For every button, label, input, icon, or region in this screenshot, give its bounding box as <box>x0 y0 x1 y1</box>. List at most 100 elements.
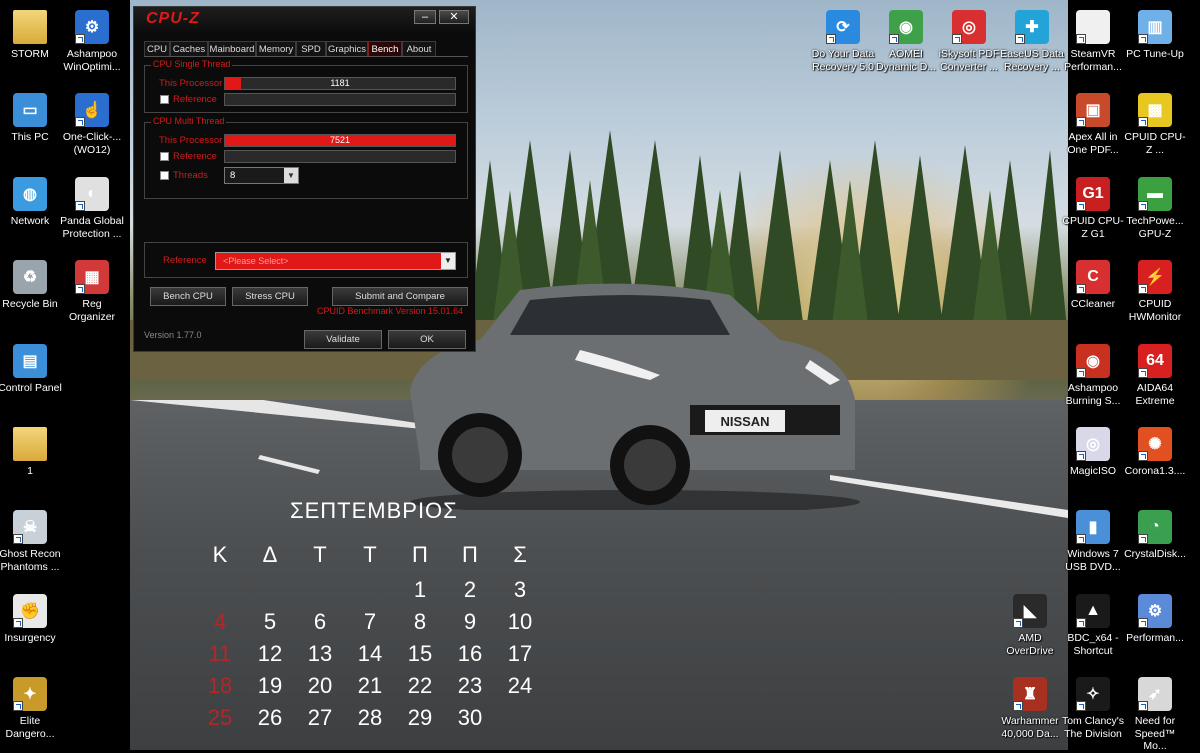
hwmonitor-icon: ⚡ <box>1138 260 1172 294</box>
desktop-icon-left-12[interactable]: ✦ Elite Dangero... <box>0 677 62 740</box>
tab-memory[interactable]: Memory <box>256 41 296 57</box>
desktop-icon-right-1[interactable]: ▥ PC Tune-Up <box>1123 10 1187 61</box>
bdc-icon: ▲ <box>1076 594 1110 628</box>
tab-cpu[interactable]: CPU <box>144 41 170 57</box>
icon-label: Insurgency <box>4 632 56 644</box>
weekday-7: Σ <box>513 542 527 567</box>
desktop-icon-left-11[interactable]: ✊ Insurgency <box>0 594 62 645</box>
desktop-icon-right-7[interactable]: ⚡ CPUID HWMonitor <box>1123 260 1187 323</box>
desktop-icon-left-10[interactable]: ☠ Ghost Recon Phantoms ... <box>0 510 62 573</box>
calendar-day: 22 <box>407 673 433 698</box>
cpuz-titlebar[interactable]: CPU-Z – ✕ <box>134 7 475 35</box>
desktop-icon-right-4[interactable]: G1 CPUID CPU-Z G1 <box>1061 177 1125 240</box>
icon-label: This PC <box>11 131 49 143</box>
bench-cpu-button[interactable]: Bench CPU <box>150 287 226 306</box>
desktop-icon-right-19[interactable]: ➶ Need for Speed™ Mo... <box>1123 677 1187 753</box>
reference-select-label: Reference <box>163 255 207 266</box>
tab-caches[interactable]: Caches <box>170 41 208 57</box>
desktop-icon-left-6[interactable]: ♻ Recycle Bin <box>0 260 62 311</box>
tab-mainboard[interactable]: Mainboard <box>208 41 256 57</box>
desktop-icon-right-15[interactable]: ▲ BDC_x64 - Shortcut <box>1061 594 1125 657</box>
desktop-icon-right-8[interactable]: ◉ Ashampoo Burning S... <box>1061 344 1125 407</box>
desktop-icon-right-3[interactable]: ▩ CPUID CPU-Z ... <box>1123 93 1187 156</box>
desktop-icon-left-9[interactable]: 1 <box>0 427 62 478</box>
aida64-icon: 64 <box>1138 344 1172 378</box>
desktop-icon-left-2[interactable]: ▭ This PC <box>0 93 62 144</box>
shortcut-arrow-icon <box>1076 117 1086 127</box>
desktop-icon-right-13[interactable]: ◔ CrystalDisk... <box>1123 510 1187 561</box>
recovery-icon: ⟳ <box>826 10 860 44</box>
minimize-button[interactable]: – <box>414 10 436 24</box>
desktop-icon-right-11[interactable]: ✺ Corona1.3.... <box>1123 427 1187 478</box>
desktop-icon-right-12[interactable]: ▮ Windows 7 USB DVD... <box>1061 510 1125 573</box>
tab-bench[interactable]: Bench <box>368 41 402 57</box>
desktop-icon-right-18[interactable]: ✧ Tom Clancy's The Division <box>1061 677 1125 740</box>
desktop-icon-right-16[interactable]: ⚙ Performan... <box>1123 594 1187 645</box>
desktop-icon-right-2[interactable]: ▣ Apex All in One PDF... <box>1061 93 1125 156</box>
reference-group: Reference <Please Select> ▼ <box>144 242 468 278</box>
submit-compare-button[interactable]: Submit and Compare <box>332 287 468 306</box>
desktop-icon-left-5[interactable]: ◐ Panda Global Protection ... <box>60 177 124 240</box>
desktop-icon-top-0[interactable]: ⟳ Do Your Data Recovery 5.0 <box>811 10 875 73</box>
icon-label: Need for Speed™ Mo... <box>1134 715 1176 752</box>
multi-reference-checkbox[interactable] <box>160 152 169 161</box>
tab-spd[interactable]: SPD <box>296 41 326 57</box>
desktop-icon-left-4[interactable]: ◍ Network <box>0 177 62 228</box>
single-reference-label: Reference <box>173 94 217 105</box>
threads-select[interactable]: 8 ▼ <box>224 167 299 184</box>
desktop-icon-top-3[interactable]: ✚ EaseUS Data Recovery ... <box>1000 10 1064 73</box>
desktop-icon-right-9[interactable]: 64 AIDA64 Extreme <box>1123 344 1187 407</box>
desktop-icon-right-10[interactable]: ◎ MagicISO <box>1061 427 1125 478</box>
icon-label: Apex All in One PDF... <box>1067 131 1119 156</box>
icon-label: BDC_x64 - Shortcut <box>1067 632 1119 657</box>
desktop-icon-right-5[interactable]: ▬ TechPowe... GPU-Z <box>1123 177 1187 240</box>
cd-icon: ◎ <box>1076 427 1110 461</box>
desktop-icon-right-17[interactable]: ♜ Warhammer 40,000 Da... <box>998 677 1062 740</box>
close-button[interactable]: ✕ <box>439 10 469 24</box>
control-panel-icon: ▤ <box>13 344 47 378</box>
desktop-icon-right-14[interactable]: ◣ AMD OverDrive <box>998 594 1062 657</box>
tab-about[interactable]: About <box>402 41 436 57</box>
weekday-2: Δ <box>262 542 278 567</box>
ok-button[interactable]: OK <box>388 330 466 349</box>
desktop-icon-right-6[interactable]: C CCleaner <box>1061 260 1125 311</box>
g1-cpu-icon: G1 <box>1076 177 1110 211</box>
single-reference-checkbox[interactable] <box>160 95 169 104</box>
amd-icon: ◣ <box>1013 594 1047 628</box>
reference-select[interactable]: <Please Select> ▼ <box>215 252 456 270</box>
weekday-5: Π <box>412 542 428 567</box>
threads-checkbox[interactable] <box>160 171 169 180</box>
shortcut-arrow-icon <box>1076 201 1086 211</box>
calendar-day: 18 <box>207 673 233 698</box>
tab-graphics[interactable]: Graphics <box>326 41 368 57</box>
single-thread-title: CPU Single Thread <box>151 59 233 69</box>
desktop-icon-left-7[interactable]: ▦ Reg Organizer <box>60 260 124 323</box>
desktop-icon-right-0[interactable]: SteamVR Performan... <box>1061 10 1125 73</box>
icon-label: MagicISO <box>1069 465 1117 477</box>
usb-dvd-icon: ▮ <box>1076 510 1110 544</box>
calendar-day: 26 <box>257 705 283 730</box>
desktop-icon-left-0[interactable]: STORM <box>0 10 62 61</box>
desktop-icon-top-1[interactable]: ◉ AOMEI Dynamic D... <box>874 10 938 73</box>
gpu-card-icon: ▬ <box>1138 177 1172 211</box>
recycle-bin-icon: ♻ <box>13 260 47 294</box>
desktop-icon-left-3[interactable]: ☝ One-Click-... (WO12) <box>60 93 124 156</box>
desktop-icon-top-2[interactable]: ◎ iSkysoft PDF Converter ... <box>937 10 1001 73</box>
elite-icon: ✦ <box>13 677 47 711</box>
icon-label: CrystalDisk... <box>1124 548 1186 560</box>
stress-cpu-button[interactable]: Stress CPU <box>232 287 308 306</box>
shortcut-arrow-icon <box>1076 284 1086 294</box>
calendar-day: 29 <box>407 705 433 730</box>
weekday-4: Τ <box>363 542 377 567</box>
click-hand-icon: ☝ <box>75 93 109 127</box>
desktop-icon-left-1[interactable]: ⚙ Ashampoo WinOptimi... <box>60 10 124 73</box>
calendar-day: 30 <box>457 705 483 730</box>
desktop-icon-left-8[interactable]: ▤ Control Panel <box>0 344 62 395</box>
cpuz-window[interactable]: CPU-Z – ✕ CPU Caches Mainboard Memory SP… <box>133 6 476 352</box>
validate-button[interactable]: Validate <box>304 330 382 349</box>
icon-label: CPUID CPU-Z ... <box>1124 131 1186 156</box>
icon-label: Reg Organizer <box>68 298 116 323</box>
calendar-day: 1 <box>413 577 427 602</box>
cpuz-version: Version 1.77.0 <box>144 330 202 340</box>
single-this-processor-value: 1181 <box>330 78 350 88</box>
